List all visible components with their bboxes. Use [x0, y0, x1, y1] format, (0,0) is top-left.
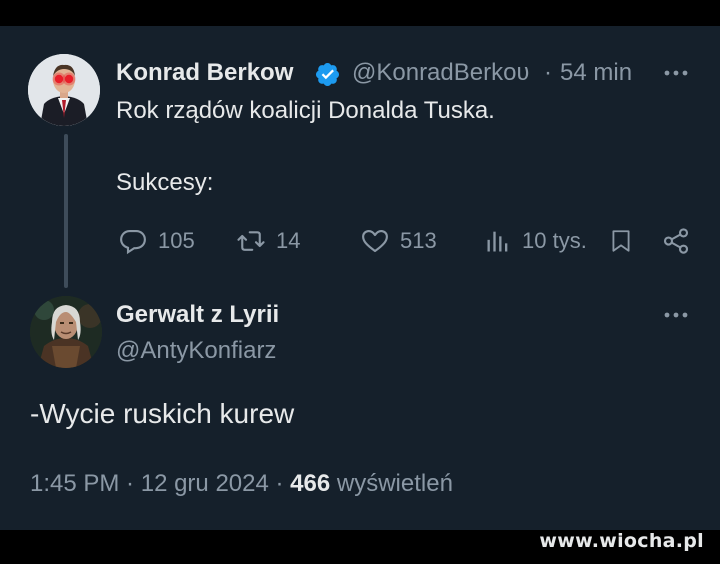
views-chart-icon	[487, 231, 508, 252]
watermark: www.wiocha.pl	[539, 530, 704, 552]
share-icon[interactable]	[661, 226, 691, 256]
retweet-icon	[237, 231, 265, 251]
tweet-text-line-1: Rok rządów koalicji Donalda Tuska.	[116, 97, 495, 124]
avatar-konrad[interactable]	[28, 54, 100, 126]
author-name-gerwalt[interactable]: Gerwalt z Lyrii	[116, 301, 279, 329]
avatar-gerwalt[interactable]	[30, 296, 102, 368]
verified-badge-icon	[315, 62, 340, 87]
views-number: 466	[290, 470, 331, 497]
like-button[interactable]: 513	[360, 226, 437, 256]
post-time[interactable]: 1:45 PM	[30, 470, 119, 497]
avatar-konrad-image	[28, 54, 100, 126]
post-date[interactable]: 12 gru 2024	[141, 470, 269, 497]
more-options-icon[interactable]	[662, 63, 690, 83]
retweet-count: 14	[276, 228, 301, 253]
bookmark-icon[interactable]	[608, 226, 634, 256]
views-label: wyświetleń	[330, 470, 453, 497]
thread-connector-line	[64, 134, 68, 288]
tweet-main-text: -Wycie ruskich kurew	[30, 398, 295, 429]
author-name-konrad[interactable]: Konrad Berkow	[116, 59, 293, 87]
meta-separator: ·	[119, 470, 141, 497]
reply-count: 105	[158, 228, 195, 253]
retweet-button[interactable]: 14	[236, 226, 300, 256]
handle-gerwalt[interactable]: @AntyKonfiarz	[116, 337, 276, 365]
reply-icon	[120, 229, 146, 255]
handle-konrad[interactable]: @KonradBerkoʋ	[352, 59, 540, 87]
separator-dot: ·	[544, 59, 552, 86]
heart-icon	[362, 229, 388, 253]
reply-button[interactable]: 105	[118, 226, 195, 256]
avatar-gerwalt-image	[30, 296, 102, 368]
tweet-metadata: 1:45 PM · 12 gru 2024 · 466 wyświetleń	[30, 470, 453, 498]
tweet-text-line-2: Sukcesy:	[116, 169, 214, 196]
views-count: 10 tys.	[522, 228, 587, 253]
tweet-time[interactable]: 54 min	[560, 59, 632, 87]
meta-separator: ·	[268, 470, 291, 497]
like-count: 513	[400, 228, 437, 253]
views-button[interactable]: 10 tys.	[484, 226, 587, 256]
more-options-icon[interactable]	[662, 305, 690, 325]
